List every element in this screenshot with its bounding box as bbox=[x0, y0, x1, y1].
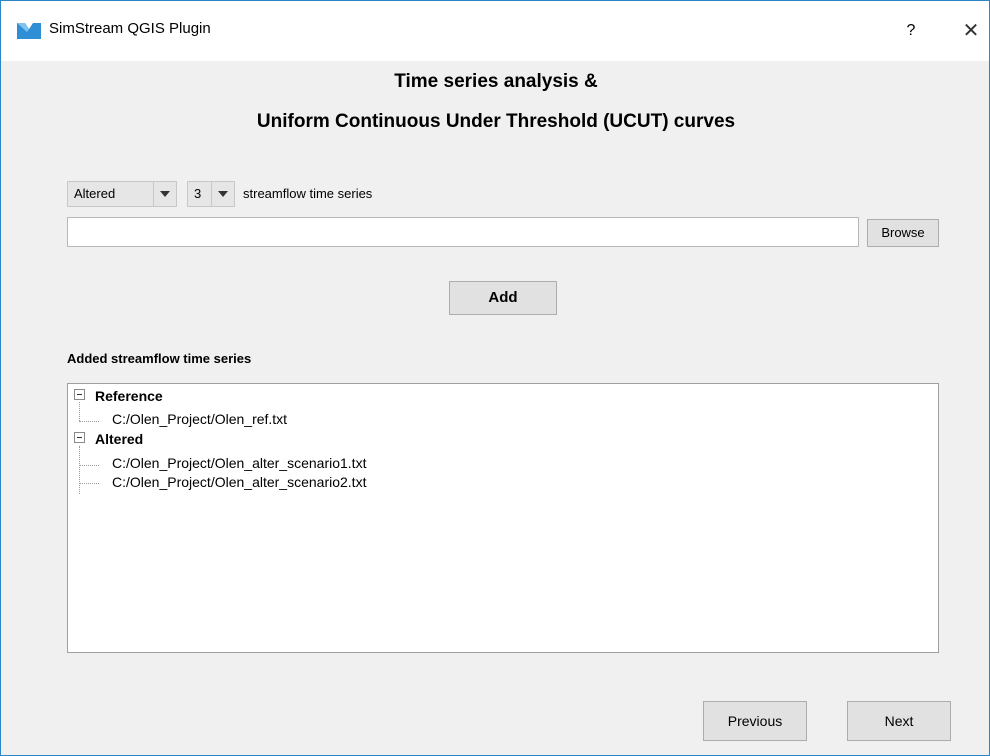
app-logo-icon bbox=[17, 23, 41, 39]
tree-connector bbox=[79, 483, 99, 484]
chevron-down-icon bbox=[211, 182, 234, 206]
page-title: Time series analysis & bbox=[394, 71, 598, 92]
added-series-caption: Added streamflow time series bbox=[67, 351, 252, 366]
chevron-down-icon bbox=[153, 182, 176, 206]
series-type-dropdown[interactable]: Altered bbox=[67, 181, 177, 207]
series-type-value: Altered bbox=[74, 186, 116, 201]
tree-connector bbox=[79, 446, 80, 494]
tree-group-altered[interactable]: Altered bbox=[74, 431, 143, 447]
add-button[interactable]: Add bbox=[449, 281, 557, 315]
next-button[interactable]: Next bbox=[847, 701, 951, 741]
page-subtitle: Uniform Continuous Under Threshold (UCUT… bbox=[256, 111, 736, 132]
tree-group-label: Altered bbox=[95, 431, 144, 447]
series-label: streamflow time series bbox=[243, 186, 373, 201]
window-title: SimStream QGIS Plugin bbox=[49, 20, 211, 37]
tree-item[interactable]: C:/Olen_Project/Olen_alter_scenario2.txt bbox=[112, 474, 366, 490]
tree-connector bbox=[79, 402, 80, 421]
tree-connector bbox=[79, 465, 99, 466]
file-path-input[interactable] bbox=[67, 217, 859, 247]
plugin-dialog: SimStream QGIS Plugin ? ✕ Time series an… bbox=[0, 0, 990, 756]
browse-button[interactable]: Browse bbox=[867, 219, 939, 247]
tree-group-reference[interactable]: Reference bbox=[74, 388, 163, 404]
series-count-dropdown[interactable]: 3 bbox=[187, 181, 235, 207]
title-bar: SimStream QGIS Plugin ? ✕ bbox=[1, 1, 989, 61]
series-tree[interactable]: Reference C:/Olen_Project/Olen_ref.txt A… bbox=[67, 383, 939, 653]
close-button[interactable]: ✕ bbox=[951, 15, 989, 47]
tree-connector bbox=[79, 421, 99, 422]
collapse-icon[interactable] bbox=[74, 432, 85, 443]
tree-group-label: Reference bbox=[95, 388, 163, 404]
help-button[interactable]: ? bbox=[891, 15, 931, 47]
tree-item[interactable]: C:/Olen_Project/Olen_ref.txt bbox=[112, 411, 287, 427]
collapse-icon[interactable] bbox=[74, 389, 85, 400]
series-count-value: 3 bbox=[194, 186, 202, 201]
tree-item[interactable]: C:/Olen_Project/Olen_alter_scenario1.txt bbox=[112, 455, 366, 471]
previous-button[interactable]: Previous bbox=[703, 701, 807, 741]
